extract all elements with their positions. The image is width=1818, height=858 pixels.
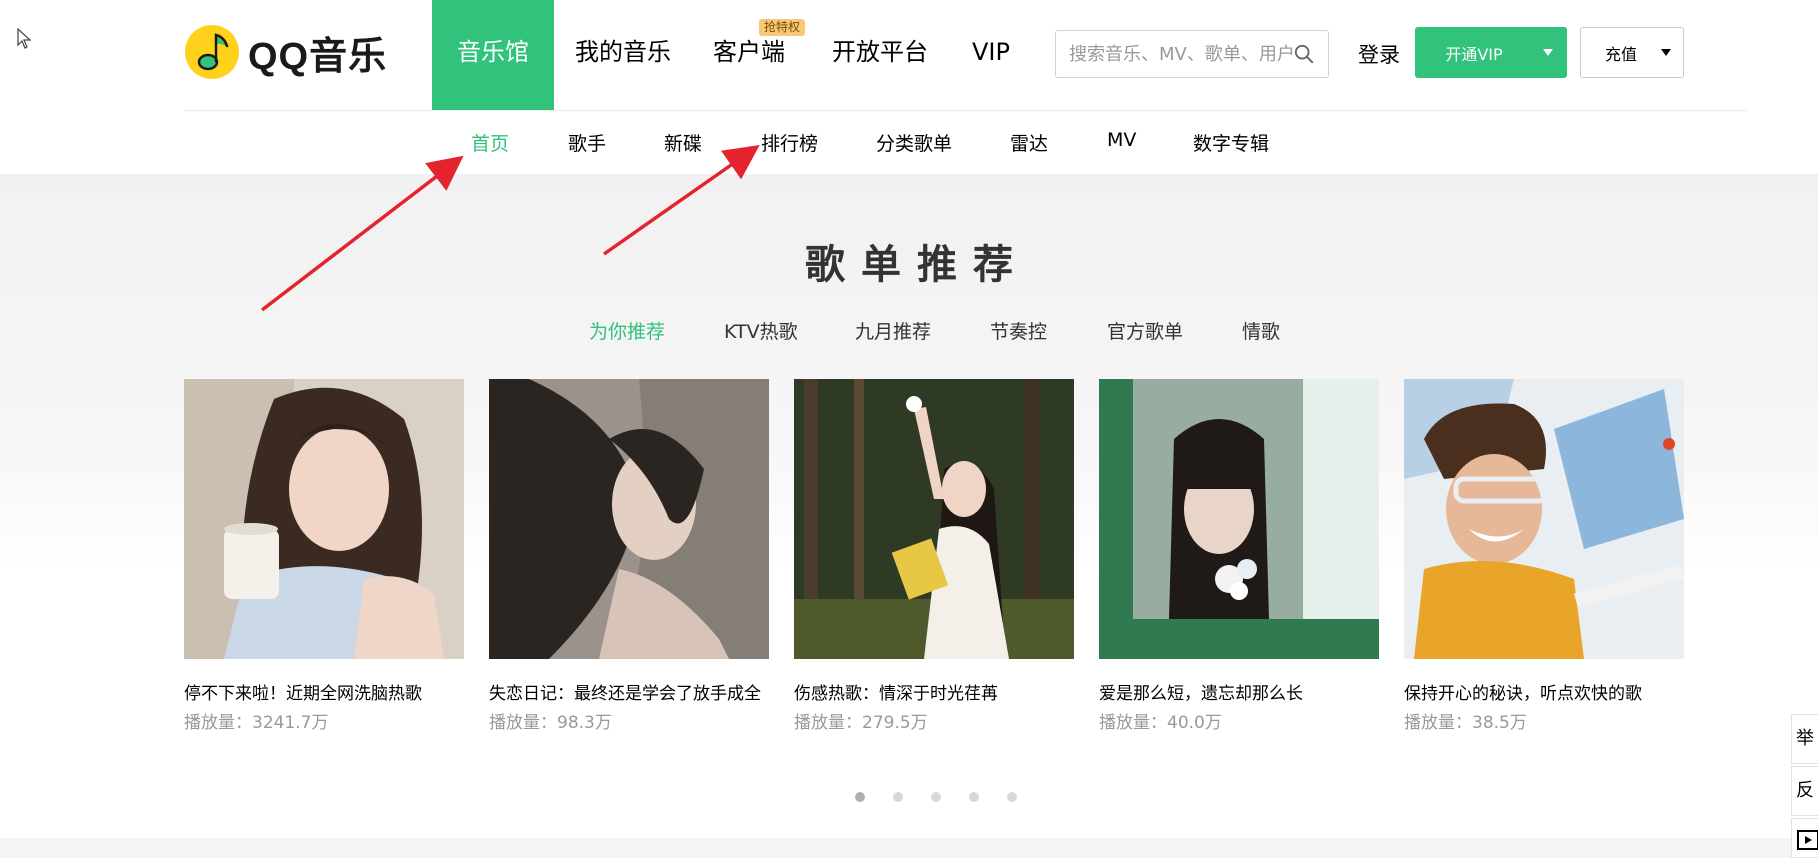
search-box: [1055, 30, 1329, 78]
cover-image: [1099, 379, 1379, 659]
carousel-dot[interactable]: [931, 792, 941, 802]
carousel-dot[interactable]: [1007, 792, 1017, 802]
carousel-dot[interactable]: [969, 792, 979, 802]
search-input[interactable]: [1056, 32, 1294, 76]
sub-nav: 首页 歌手 新碟 排行榜 分类歌单 雷达 MV 数字专辑: [0, 111, 1818, 174]
nav-label: 音乐馆: [457, 38, 529, 66]
privilege-badge: 抢特权: [758, 19, 805, 36]
subnav-charts[interactable]: 排行榜: [761, 129, 818, 156]
nav-label: 我的音乐: [575, 38, 671, 66]
qq-music-logo[interactable]: QQ音乐: [184, 24, 387, 80]
subnav-radar[interactable]: 雷达: [1010, 129, 1048, 156]
tab-ktv-hits[interactable]: KTV热歌: [724, 317, 798, 344]
playlist-cover[interactable]: [794, 379, 1074, 659]
nav-vip[interactable]: VIP: [949, 0, 1031, 110]
open-vip-label: 开通VIP: [1445, 44, 1503, 64]
music-note-logo-icon: [185, 25, 239, 79]
subnav-digital-albums[interactable]: 数字专辑: [1193, 129, 1269, 156]
main-nav: 音乐馆 我的音乐 客户端 抢特权 开放平台 VIP: [432, 0, 1031, 110]
tab-rhythm[interactable]: 节奏控: [990, 317, 1047, 344]
play-icon[interactable]: [1791, 818, 1818, 858]
playlist-cover[interactable]: [184, 379, 464, 659]
next-section-strip: [0, 838, 1818, 858]
section-title: 歌单推荐: [805, 242, 1029, 288]
chevron-down-icon[interactable]: [1661, 49, 1671, 56]
playlist-play-count: 播放量：40.0万: [1099, 713, 1222, 733]
playlist-tabs: 为你推荐 KTV热歌 九月推荐 节奏控 官方歌单 情歌: [0, 317, 1818, 345]
report-button[interactable]: 举报: [1791, 714, 1818, 764]
tab-september[interactable]: 九月推荐: [855, 317, 931, 344]
subnav-home[interactable]: 首页: [471, 129, 509, 156]
recharge-button[interactable]: 充值: [1580, 27, 1684, 78]
carousel-pagination: [855, 792, 1045, 802]
playlist-grid: 停不下来啦！近期全网洗脑热歌 播放量：3241.7万 失恋日记：最终还是学会了放…: [184, 379, 1686, 739]
tab-love-songs[interactable]: 情歌: [1242, 317, 1280, 344]
subnav-new-albums[interactable]: 新碟: [664, 129, 702, 156]
nav-my-music[interactable]: 我的音乐: [554, 0, 692, 110]
playlist-cover[interactable]: [1099, 379, 1379, 659]
playlist-card[interactable]: 保持开心的秘诀，听点欢快的歌 播放量：38.5万: [1404, 379, 1684, 733]
nav-client[interactable]: 客户端 抢特权: [692, 0, 811, 110]
logo-text: QQ音乐: [248, 35, 388, 78]
playlist-title[interactable]: 失恋日记：最终还是学会了放手成全: [489, 679, 769, 704]
cover-image: [489, 379, 769, 659]
cover-image: [1404, 379, 1684, 659]
tab-for-you[interactable]: 为你推荐: [589, 317, 665, 344]
playlist-recommend-section: 歌单推荐 为你推荐 KTV热歌 九月推荐 节奏控 官方歌单 情歌 停不下来啦！近…: [0, 174, 1818, 838]
playlist-title[interactable]: 爱是那么短，遗忘却那么长: [1099, 679, 1379, 704]
playlist-card[interactable]: 伤感热歌：情深于时光荏苒 播放量：279.5万: [794, 379, 1074, 733]
playlist-title[interactable]: 保持开心的秘诀，听点欢快的歌: [1404, 679, 1684, 704]
playlist-card[interactable]: 失恋日记：最终还是学会了放手成全 播放量：98.3万: [489, 379, 769, 733]
login-link[interactable]: 登录: [1358, 39, 1400, 69]
nav-music-hall[interactable]: 音乐馆: [432, 0, 554, 110]
mouse-cursor-icon: [17, 28, 32, 49]
playlist-card[interactable]: 爱是那么短，遗忘却那么长 播放量：40.0万: [1099, 379, 1379, 733]
nav-label: 开放平台: [832, 38, 928, 66]
open-vip-button[interactable]: 开通VIP: [1415, 27, 1567, 78]
chevron-down-icon[interactable]: [1543, 49, 1553, 56]
playlist-title[interactable]: 停不下来啦！近期全网洗脑热歌: [184, 679, 464, 704]
playlist-card[interactable]: 停不下来啦！近期全网洗脑热歌 播放量：3241.7万: [184, 379, 464, 733]
play-box-icon: [1797, 830, 1818, 850]
playlist-play-count: 播放量：279.5万: [794, 713, 928, 733]
carousel-dot[interactable]: [893, 792, 903, 802]
nav-label: 客户端: [713, 38, 785, 66]
playlist-play-count: 播放量：98.3万: [489, 713, 612, 733]
subnav-mv[interactable]: MV: [1107, 129, 1136, 151]
feedback-button[interactable]: 反馈: [1791, 766, 1818, 816]
playlist-cover[interactable]: [1404, 379, 1684, 659]
playlist-cover[interactable]: [489, 379, 769, 659]
cover-image: [794, 379, 1074, 659]
nav-open-platform[interactable]: 开放平台: [811, 0, 949, 110]
nav-label: VIP: [972, 38, 1010, 66]
tab-official[interactable]: 官方歌单: [1107, 317, 1183, 344]
cover-image: [184, 379, 464, 659]
subnav-category-playlists[interactable]: 分类歌单: [876, 129, 952, 156]
subnav-singers[interactable]: 歌手: [568, 129, 606, 156]
recharge-label: 充值: [1604, 44, 1637, 64]
search-icon[interactable]: [1294, 43, 1314, 65]
playlist-title[interactable]: 伤感热歌：情深于时光荏苒: [794, 679, 1074, 704]
playlist-play-count: 播放量：38.5万: [1404, 713, 1527, 733]
carousel-dot[interactable]: [855, 792, 865, 802]
top-header: QQ音乐 音乐馆 我的音乐 客户端 抢特权 开放平台 VIP 登录 开通VIP …: [0, 0, 1818, 110]
playlist-play-count: 播放量：3241.7万: [184, 713, 329, 733]
